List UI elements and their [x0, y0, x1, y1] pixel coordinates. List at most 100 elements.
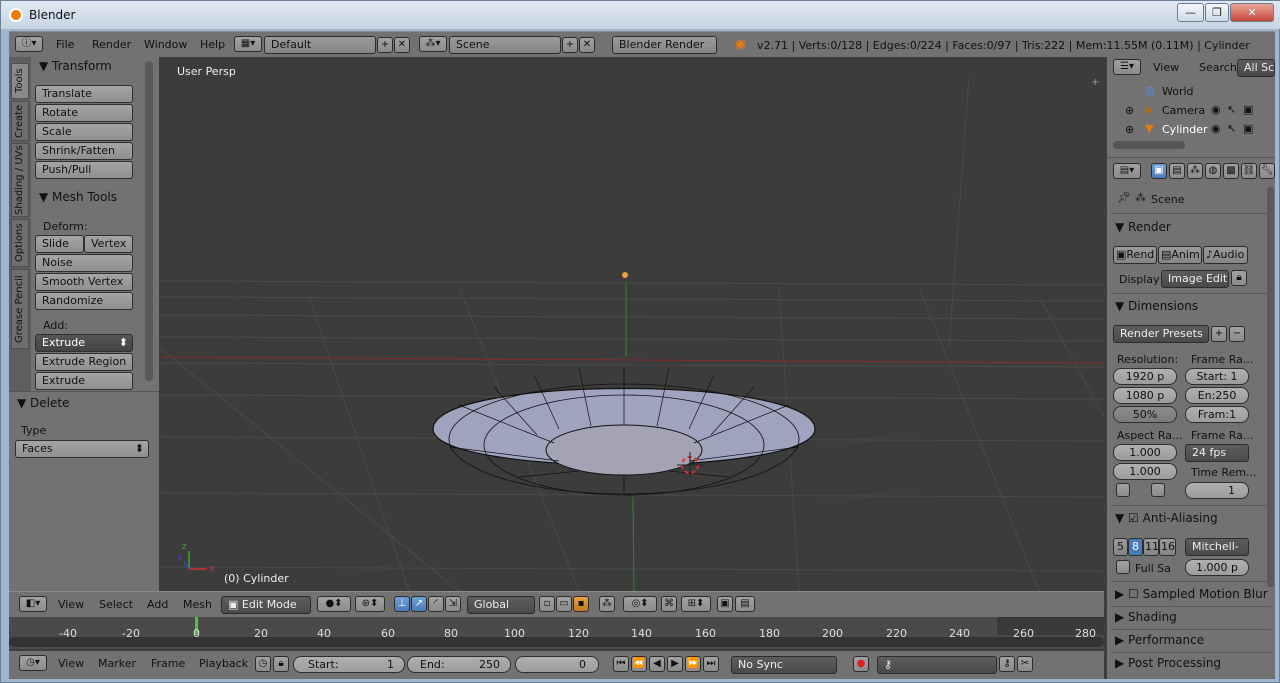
aa-samples-11[interactable]: 11 — [1143, 538, 1159, 556]
vertex-select-icon[interactable]: ▫ — [539, 596, 555, 612]
editor-type-outliner-icon[interactable]: ☰▾ — [1113, 59, 1141, 75]
shrink-fatten-button[interactable]: Shrink/Fatten — [35, 142, 133, 160]
render-tab-icon[interactable]: ▣ — [1151, 163, 1167, 179]
layout-field[interactable]: Default — [264, 36, 376, 54]
expand-icon[interactable]: ⊕ — [1125, 104, 1134, 117]
menu-timeline-view[interactable]: View — [58, 657, 84, 670]
render-animation-button[interactable]: ▤Anim — [1158, 246, 1202, 264]
pin-icon[interactable]: 📌︎ — [1117, 191, 1131, 204]
delete-keyframe-icon[interactable]: ✂ — [1017, 656, 1033, 672]
tab-tools[interactable]: Tools — [11, 63, 29, 99]
viewport-corner-plus-icon[interactable]: + — [1091, 77, 1099, 88]
noise-button[interactable]: Noise — [35, 254, 133, 272]
start-frame-field[interactable]: Start: 1 — [293, 656, 405, 673]
render-camera-icon[interactable]: ▣ — [1243, 103, 1253, 116]
sync-mode-dropdown[interactable]: No Sync — [731, 656, 837, 674]
post-processing-panel-header[interactable]: ▶ Post Processing — [1115, 656, 1221, 670]
tab-grease-pencil[interactable]: Grease Pencil — [11, 269, 29, 349]
remove-preset-icon[interactable]: − — [1229, 326, 1245, 342]
menu-add[interactable]: Add — [147, 598, 168, 611]
translate-button[interactable]: Translate — [35, 85, 133, 103]
outliner-scrollbar[interactable] — [1113, 141, 1185, 149]
3d-viewport[interactable]: x z y User Persp (0) Cylinder + — [159, 57, 1104, 591]
aspect-y-field[interactable]: 1.000 — [1113, 463, 1177, 480]
menu-render[interactable]: Render — [92, 38, 131, 51]
menu-select[interactable]: Select — [99, 598, 133, 611]
outliner-menu-view[interactable]: View — [1153, 61, 1179, 74]
modifiers-tab-icon[interactable]: 🔧︎ — [1259, 163, 1275, 179]
lock-interface-icon[interactable]: 🔒︎ — [1231, 270, 1247, 286]
border-checkbox[interactable] — [1116, 483, 1130, 497]
keying-set-field[interactable]: ⚷ — [877, 656, 997, 674]
menu-marker[interactable]: Marker — [98, 657, 136, 670]
dimensions-panel-header[interactable]: ▼ Dimensions — [1115, 299, 1198, 313]
render-engine-dropdown[interactable]: Blender Render — [612, 36, 717, 54]
manipulator-toggle-icon[interactable]: ⊥ — [394, 596, 410, 612]
pivot-point-icon[interactable]: ⊛⬍ — [355, 596, 385, 612]
resolution-y-field[interactable]: 1080 p — [1113, 387, 1177, 404]
render-animation-icon[interactable]: ▤ — [735, 596, 755, 612]
mode-dropdown[interactable]: ▣ Edit Mode — [221, 596, 311, 614]
delete-type-dropdown[interactable]: Faces ⬍ — [15, 440, 149, 458]
tab-shading-uvs[interactable]: Shading / UVs — [11, 143, 29, 217]
jump-start-icon[interactable]: ⏮ — [613, 656, 629, 672]
remove-scene-icon[interactable]: ✕ — [579, 37, 595, 53]
world-tab-icon[interactable]: ◍ — [1205, 163, 1221, 179]
extrude-region-button[interactable]: Extrude Region — [35, 353, 133, 371]
motion-blur-panel-header[interactable]: ▶ ☐ Sampled Motion Blur — [1115, 587, 1268, 601]
performance-panel-header[interactable]: ▶ Performance — [1115, 633, 1204, 647]
editor-type-properties-icon[interactable]: ▤▾ — [1113, 163, 1141, 179]
tool-shelf-scrollbar[interactable] — [145, 61, 153, 381]
time-remap-field[interactable]: 1 — [1185, 482, 1249, 499]
slide-edge-button[interactable]: Slide Ed — [35, 235, 84, 266]
render-camera-icon[interactable]: ▣ — [1243, 122, 1253, 135]
add-layout-icon[interactable]: + — [377, 37, 393, 53]
scene-field[interactable]: Scene — [449, 36, 561, 54]
expand-icon[interactable]: ⊕ — [1125, 123, 1134, 136]
constraints-tab-icon[interactable]: ⛓ — [1241, 163, 1257, 179]
outliner-item-cylinder[interactable]: Cylinder — [1162, 123, 1208, 136]
operator-panel-header[interactable]: ▼ Delete — [17, 396, 69, 410]
scale-button[interactable]: Scale — [35, 123, 133, 141]
jump-end-icon[interactable]: ⏭ — [703, 656, 719, 672]
screen-layout-icon[interactable]: ▦▾ — [234, 36, 262, 52]
record-icon[interactable]: ● — [853, 656, 869, 672]
play-icon[interactable]: ▶ — [667, 656, 683, 672]
close-window-button[interactable]: ✕ — [1230, 3, 1274, 22]
outliner-filter-dropdown[interactable]: All Sc — [1237, 59, 1275, 77]
snap-element-icon[interactable]: ⊞⬍ — [681, 596, 711, 612]
timeline-ruler[interactable]: -40 -20 0 20 40 60 80 100 120 140 160 18… — [9, 617, 1104, 649]
menu-mesh[interactable]: Mesh — [183, 598, 212, 611]
frame-step-field[interactable]: Fram:1 — [1185, 406, 1249, 423]
cylinder-mesh[interactable] — [432, 366, 816, 496]
aa-samples-8[interactable]: 8 — [1128, 538, 1143, 556]
outliner-item-camera[interactable]: Camera — [1162, 104, 1205, 117]
editor-type-timeline-icon[interactable]: ◷▾ — [19, 655, 47, 671]
remove-layout-icon[interactable]: ✕ — [394, 37, 410, 53]
crop-checkbox[interactable] — [1151, 483, 1165, 497]
render-presets-dropdown[interactable]: Render Presets — [1113, 325, 1209, 343]
visibility-eye-icon[interactable]: ◉ — [1211, 103, 1221, 116]
menu-file[interactable]: File — [56, 38, 74, 51]
aa-filter-dropdown[interactable]: Mitchell- — [1185, 538, 1249, 556]
transform-orientation-dropdown[interactable]: Global — [467, 596, 535, 614]
outliner-item-world[interactable]: World — [1162, 85, 1194, 98]
menu-help[interactable]: Help — [200, 38, 225, 51]
face-select-icon[interactable]: ▪ — [573, 596, 589, 612]
tab-options[interactable]: Options — [11, 219, 29, 267]
maximize-button[interactable]: ❐ — [1205, 3, 1229, 22]
play-reverse-icon[interactable]: ◀ — [649, 656, 665, 672]
rotate-button[interactable]: Rotate — [35, 104, 133, 122]
end-frame-field[interactable]: End: 250 — [407, 656, 511, 673]
current-frame-field[interactable]: 0 — [515, 656, 599, 673]
aa-samples-5[interactable]: 5 — [1113, 538, 1128, 556]
render-audio-button[interactable]: ♪Audio — [1203, 246, 1248, 264]
vertex-slide-button[interactable]: Vertex — [84, 235, 133, 253]
aa-samples-16[interactable]: 16 — [1159, 538, 1176, 556]
full-sample-checkbox[interactable] — [1116, 560, 1130, 574]
jump-keyframe-back-icon[interactable]: ⏪ — [631, 656, 647, 672]
push-pull-button[interactable]: Push/Pull — [35, 161, 133, 179]
end-frame-prop-field[interactable]: En:250 — [1185, 387, 1249, 404]
limit-selection-icon[interactable]: ⁂ — [599, 596, 615, 612]
object-tab-icon[interactable]: ▩ — [1223, 163, 1239, 179]
